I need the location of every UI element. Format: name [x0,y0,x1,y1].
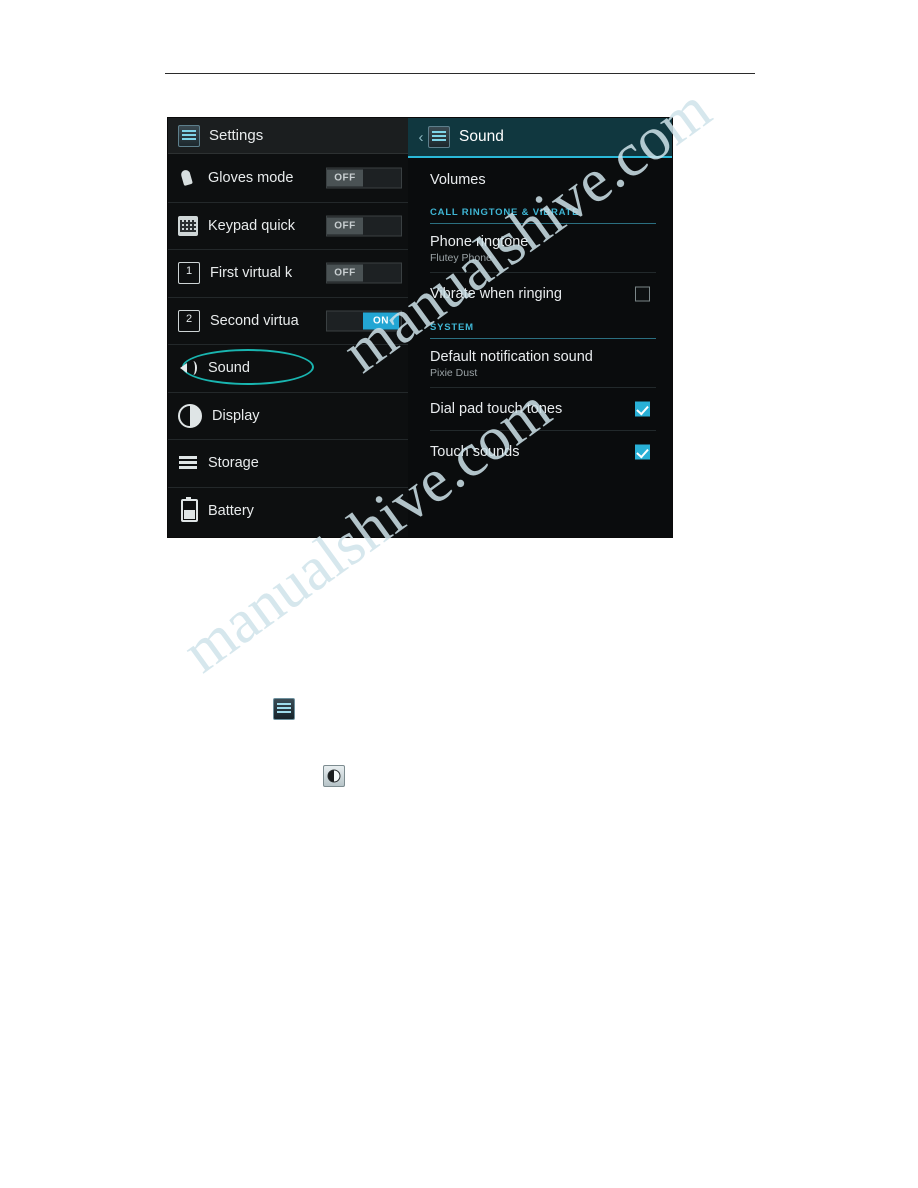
settings-pane: Settings Gloves mode OFF Keypad quick OF… [168,118,408,537]
page-rule [165,73,755,74]
sidebar-item-label: Display [212,407,260,424]
section-header-system: SYSTEM [430,322,474,333]
settings-tiles-icon [428,126,450,148]
sidebar-item-label: Storage [208,455,259,472]
sound-row-dial-pad-touch-tones[interactable]: Dial pad touch tones [408,388,672,430]
vibrate-when-ringing-checkbox[interactable] [635,286,650,302]
display-icon [178,403,202,428]
sound-icon [178,358,198,378]
sound-title: Sound [459,128,504,145]
toggle-knob-label: OFF [327,169,363,187]
settings-tiles-icon [273,698,295,720]
toggle-knob-label: ON [363,312,399,330]
toggle-knob-label: OFF [327,264,363,282]
storage-icon [178,453,198,473]
keypad-quick-toggle[interactable]: OFF [326,215,402,237]
sidebar-item-first-virtual-key[interactable]: 1 First virtual k OFF [168,249,408,297]
sound-pane: ‹ Sound Volumes CALL RINGTONE & VIBRATE … [408,118,672,537]
sidebar-item-sound[interactable]: Sound [168,344,408,392]
sidebar-item-second-virtual-key[interactable]: 2 Second virtua ON [168,296,408,345]
sound-row-default-notification-sound[interactable]: Default notification sound Pixie Dust [408,339,672,387]
glove-icon [178,168,198,188]
row-title: Touch sounds [430,444,520,460]
sidebar-item-keypad-quick[interactable]: Keypad quick OFF [168,201,408,250]
android-screenshot: Settings Gloves mode OFF Keypad quick OF… [168,118,672,537]
sound-row-vibrate-when-ringing[interactable]: Vibrate when ringing [408,273,672,315]
sidebar-item-storage[interactable]: Storage [168,439,408,487]
sound-header: ‹ Sound [408,118,672,158]
settings-tiles-icon [178,124,200,147]
row-title: Vibrate when ringing [430,286,562,302]
sidebar-item-battery[interactable]: Battery [168,486,408,535]
section-header-call-ringtone: CALL RINGTONE & VIBRATE [430,207,580,218]
sound-row-phone-ringtone[interactable]: Phone ringtone Flutey Phone [408,224,672,272]
row-subtitle: Flutey Phone [430,252,492,264]
toggle-knob-label: OFF [327,217,363,235]
sidebar-item-label: Second virtua [210,312,299,329]
sidebar-item-display[interactable]: Display [168,391,408,440]
sidebar-item-label: Battery [208,502,254,519]
number-2-icon: 2 [178,309,200,332]
battery-icon [181,497,198,523]
sidebar-item-label: Gloves mode [208,169,294,186]
sound-row-touch-sounds[interactable]: Touch sounds [408,431,672,473]
row-subtitle: Pixie Dust [430,367,478,379]
back-icon[interactable]: ‹ [414,129,428,146]
sidebar-item-label: First virtual k [210,265,293,282]
gloves-mode-toggle[interactable]: OFF [326,167,402,189]
sidebar-item-label: Keypad quick [208,217,296,234]
touch-sounds-checkbox[interactable] [635,444,650,460]
row-title: Default notification sound [430,349,593,365]
first-virtual-key-toggle[interactable]: OFF [326,262,402,284]
settings-title: Settings [209,127,264,144]
sound-row-volumes[interactable]: Volumes [408,158,672,200]
number-1-icon: 1 [178,262,200,285]
dial-pad-touch-tones-checkbox[interactable] [635,401,650,417]
row-title: Dial pad touch tones [430,401,563,417]
row-title: Phone ringtone [430,234,529,250]
row-title: Volumes [430,172,486,188]
second-virtual-key-toggle[interactable]: ON [326,310,402,332]
highlight-ellipse [182,349,314,385]
sidebar-item-gloves-mode[interactable]: Gloves mode OFF [168,154,408,202]
brightness-icon [323,765,345,787]
settings-header: Settings [168,118,408,154]
keypad-icon [178,215,198,236]
